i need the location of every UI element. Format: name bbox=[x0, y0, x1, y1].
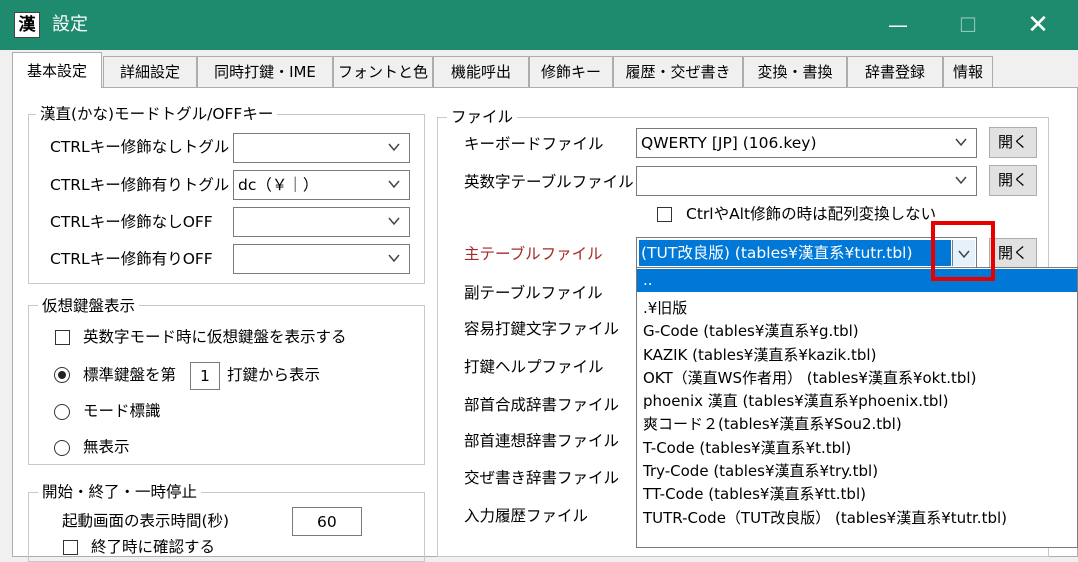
dropdown-item[interactable]: phoenix 漢直 (tables¥漢直系¥phoenix.tbl) bbox=[637, 390, 1077, 413]
chevron-down-icon bbox=[388, 254, 400, 263]
dropdown-item[interactable]: TUTR-Code（TUT改良版） (tables¥漢直系¥tutr.tbl) bbox=[637, 507, 1077, 530]
tab-simultaneous-ime[interactable]: 同時打鍵・IME bbox=[197, 56, 333, 87]
tab-basic[interactable]: 基本設定 bbox=[12, 52, 102, 88]
input-history-file-label: 入力履歴ファイル bbox=[464, 507, 589, 525]
easy-stroke-file-label: 容易打鍵文字ファイル bbox=[464, 320, 620, 338]
alnum-table-label: 英数字テーブルファイル bbox=[464, 173, 634, 191]
annotation-highlight-box bbox=[931, 221, 995, 281]
dropdown-item[interactable]: OKT（漢直WS作者用） (tables¥漢直系¥okt.tbl) bbox=[637, 367, 1077, 390]
dropdown-item[interactable]: .. bbox=[637, 269, 1077, 293]
combo-value: (TUT改良版) (tables¥漢直系¥tutr.tbl) bbox=[641, 244, 913, 262]
main-table-combo[interactable]: (TUT改良版) (tables¥漢直系¥tutr.tbl) bbox=[636, 237, 977, 269]
main-table-label: 主テーブルファイル bbox=[464, 245, 603, 263]
alnum-table-combo[interactable] bbox=[636, 166, 977, 196]
keyboard-file-label: キーボードファイル bbox=[464, 135, 604, 153]
show-vkb-alnum-label: 英数字モード時に仮想鍵盤を表示する bbox=[83, 328, 347, 346]
show-vkb-alnum-checkbox[interactable] bbox=[55, 330, 70, 345]
chevron-down-icon bbox=[388, 180, 400, 189]
tab-dictionary-register[interactable]: 辞書登録 bbox=[847, 56, 943, 87]
open-main-table-button[interactable]: 開く bbox=[989, 238, 1037, 269]
ctrl-with-toggle-label: CTRLキー修飾有りトグル bbox=[50, 176, 230, 194]
maximize-button[interactable]: ☐ bbox=[933, 0, 1003, 50]
ctrl-with-off-label: CTRLキー修飾有りOFF bbox=[50, 250, 213, 268]
ctrl-none-toggle-label: CTRLキー修飾なしトグル bbox=[50, 138, 230, 156]
standard-keyboard-stroke-input[interactable]: 1 bbox=[190, 362, 220, 390]
combo-value: QWERTY [JP] (106.key) bbox=[641, 134, 817, 152]
mazegaki-dict-label: 交ぜ書き辞書ファイル bbox=[464, 469, 620, 487]
open-keyboard-file-button[interactable]: 開く bbox=[989, 127, 1037, 158]
ctrl-none-off-combo[interactable] bbox=[233, 207, 410, 237]
tab-function-call[interactable]: 機能呼出 bbox=[433, 56, 529, 87]
start-exit-group-legend: 開始・終了・一時停止 bbox=[38, 482, 202, 502]
bushu-composition-dict-label: 部首合成辞書ファイル bbox=[464, 396, 620, 414]
no-display-radio[interactable] bbox=[54, 440, 70, 456]
keyboard-file-combo[interactable]: QWERTY [JP] (106.key) bbox=[636, 128, 977, 158]
tab-conversion-rewrite[interactable]: 変換・書換 bbox=[743, 56, 847, 87]
no-remap-with-modifier-label: CtrlやAlt修飾の時は配列変換しない bbox=[686, 205, 937, 223]
standard-keyboard-prefix: 標準鍵盤を第 bbox=[83, 366, 177, 384]
chevron-down-icon bbox=[955, 176, 967, 185]
bushu-association-dict-label: 部首連想辞書ファイル bbox=[464, 432, 620, 450]
mode-indicator-radio[interactable] bbox=[54, 404, 70, 420]
tab-history-mazegaki[interactable]: 履歴・交ぜ書き bbox=[613, 56, 743, 87]
ctrl-with-toggle-combo[interactable]: dc（￥｜） bbox=[233, 170, 410, 200]
minimize-button[interactable]: — bbox=[863, 0, 933, 50]
tab-font-color[interactable]: フォントと色 bbox=[333, 56, 433, 87]
dropdown-item[interactable]: KAZIK (tables¥漢直系¥kazik.tbl) bbox=[637, 344, 1077, 367]
dropdown-item[interactable]: .¥旧版 bbox=[637, 297, 1077, 320]
file-group-legend: ファイル bbox=[447, 107, 518, 127]
app-icon: 漢 bbox=[14, 12, 40, 38]
dropdown-item[interactable]: Try-Code (tables¥漢直系¥try.tbl) bbox=[637, 460, 1077, 483]
main-table-dropdown-list[interactable]: .. .¥旧版 G-Code (tables¥漢直系¥g.tbl) KAZIK … bbox=[636, 267, 1078, 548]
chevron-down-icon bbox=[388, 217, 400, 226]
open-alnum-table-button[interactable]: 開く bbox=[989, 165, 1037, 196]
dropdown-item[interactable]: T-Code (tables¥漢直系¥t.tbl) bbox=[637, 437, 1077, 460]
dropdown-item[interactable]: G-Code (tables¥漢直系¥g.tbl) bbox=[637, 320, 1077, 343]
dropdown-item[interactable]: TT-Code (tables¥漢直系¥tt.tbl) bbox=[637, 483, 1077, 506]
confirm-exit-label: 終了時に確認する bbox=[91, 538, 216, 556]
sub-table-label: 副テーブルファイル bbox=[464, 284, 603, 302]
tab-modifier-keys[interactable]: 修飾キー bbox=[529, 56, 613, 87]
stroke-help-file-label: 打鍵ヘルプファイル bbox=[464, 358, 604, 376]
combo-value: dc（￥｜） bbox=[238, 176, 319, 194]
ctrl-none-off-label: CTRLキー修飾なしOFF bbox=[50, 213, 213, 231]
chevron-down-icon bbox=[388, 143, 400, 152]
close-button[interactable]: ✕ bbox=[1003, 0, 1073, 50]
splash-time-input[interactable]: 60 bbox=[292, 507, 362, 536]
window-title: 設定 bbox=[52, 14, 88, 35]
splash-time-value: 60 bbox=[317, 513, 337, 531]
standard-keyboard-radio[interactable] bbox=[54, 367, 70, 383]
mode-indicator-label: モード標識 bbox=[83, 402, 161, 420]
dropdown-item[interactable]: 爽コード２(tables¥漢直系¥Sou2.tbl) bbox=[637, 413, 1077, 436]
splash-time-label: 起動画面の表示時間(秒) bbox=[62, 512, 230, 530]
chevron-down-icon bbox=[955, 138, 967, 147]
tab-info[interactable]: 情報 bbox=[943, 56, 993, 87]
virtual-keyboard-group-legend: 仮想鍵盤表示 bbox=[38, 296, 140, 316]
standard-keyboard-suffix: 打鍵から表示 bbox=[227, 366, 321, 384]
tab-detail[interactable]: 詳細設定 bbox=[103, 56, 197, 87]
ctrl-with-off-combo[interactable] bbox=[233, 244, 410, 274]
stroke-value: 1 bbox=[200, 367, 210, 385]
no-remap-with-modifier-checkbox[interactable] bbox=[657, 207, 672, 222]
toggle-key-group-legend: 漢直(かな)モードトグル/OFFキー bbox=[36, 104, 278, 124]
no-display-label: 無表示 bbox=[83, 438, 130, 456]
ctrl-none-toggle-combo[interactable] bbox=[233, 133, 410, 163]
